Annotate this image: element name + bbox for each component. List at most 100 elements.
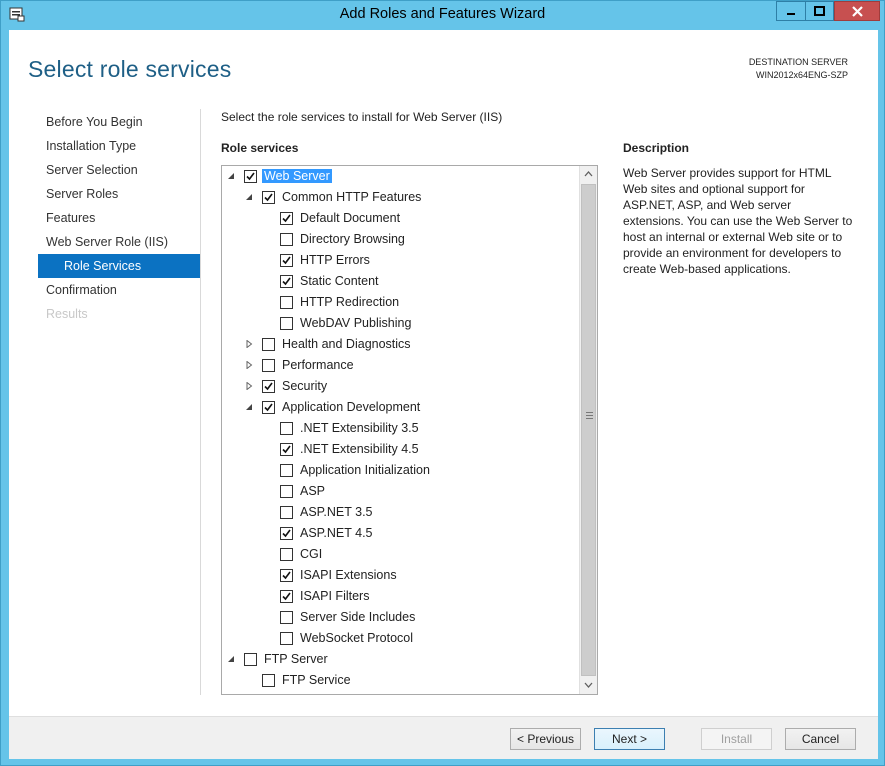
checkbox[interactable] (280, 569, 293, 582)
tree-row[interactable]: .NET Extensibility 3.5 (222, 419, 579, 440)
expanded-arrow-icon[interactable] (226, 655, 236, 665)
checkbox[interactable] (280, 233, 293, 246)
collapsed-arrow-icon[interactable] (244, 339, 254, 350)
checkbox[interactable] (280, 254, 293, 267)
tree-row[interactable]: CGI (222, 545, 579, 566)
tree-item-label[interactable]: Performance (282, 358, 354, 372)
tree-row[interactable]: WebSocket Protocol (222, 629, 579, 650)
checkbox[interactable] (280, 632, 293, 645)
checkbox[interactable] (262, 674, 275, 687)
tree-item-label[interactable]: ASP (300, 484, 325, 498)
scroll-thumb[interactable] (581, 184, 596, 676)
previous-button[interactable]: < Previous (510, 728, 581, 750)
tree-row[interactable]: HTTP Redirection (222, 293, 579, 314)
tree-row[interactable]: Health and Diagnostics (222, 335, 579, 356)
tree-item-label[interactable]: ASP.NET 3.5 (300, 505, 373, 519)
next-button[interactable]: Next > (594, 728, 665, 750)
tree-item-label[interactable]: Application Development (282, 400, 420, 414)
nav-item-installation-type[interactable]: Installation Type (38, 134, 200, 158)
nav-item-role-services[interactable]: Role Services (38, 254, 200, 278)
collapsed-arrow-icon[interactable] (244, 360, 254, 371)
tree-row[interactable]: Server Side Includes (222, 608, 579, 629)
tree-item-label[interactable]: WebDAV Publishing (300, 316, 411, 330)
nav-item-server-roles[interactable]: Server Roles (38, 182, 200, 206)
tree-item-label[interactable]: Health and Diagnostics (282, 337, 411, 351)
checkbox[interactable] (280, 611, 293, 624)
nav-item-server-selection[interactable]: Server Selection (38, 158, 200, 182)
checkbox[interactable] (244, 170, 257, 183)
tree-item-label[interactable]: .NET Extensibility 4.5 (300, 442, 419, 456)
tree-row[interactable]: ISAPI Extensions (222, 566, 579, 587)
checkbox[interactable] (280, 485, 293, 498)
tree-item-label[interactable]: FTP Service (282, 673, 351, 687)
tree-item-label[interactable]: HTTP Redirection (300, 295, 399, 309)
checkbox[interactable] (262, 191, 275, 204)
expanded-arrow-icon[interactable] (226, 172, 236, 182)
collapsed-arrow-icon[interactable] (244, 381, 254, 392)
role-services-tree[interactable]: Web Server Common HTTP Features Default Do… (221, 165, 598, 695)
tree-item-label[interactable]: FTP Server (264, 652, 328, 666)
tree-item-label[interactable]: WebSocket Protocol (300, 631, 413, 645)
minimize-button[interactable] (776, 1, 806, 21)
maximize-button[interactable] (806, 1, 834, 21)
tree-row[interactable]: Common HTTP Features (222, 188, 579, 209)
checkbox[interactable] (280, 527, 293, 540)
tree-row[interactable]: FTP Service (222, 671, 579, 692)
tree-item-label[interactable]: Static Content (300, 274, 379, 288)
scroll-down-button[interactable] (580, 677, 597, 694)
tree-scrollbar[interactable] (579, 166, 597, 694)
tree-item-label[interactable]: Server Side Includes (300, 610, 415, 624)
expanded-arrow-icon[interactable] (244, 193, 254, 203)
tree-row[interactable]: Default Document (222, 209, 579, 230)
tree-row[interactable]: FTP Server (222, 650, 579, 671)
tree-item-label[interactable]: Web Server (262, 169, 332, 183)
tree-row[interactable]: ISAPI Filters (222, 587, 579, 608)
checkbox[interactable] (280, 317, 293, 330)
tree-row[interactable]: Application Initialization (222, 461, 579, 482)
tree-row[interactable]: HTTP Errors (222, 251, 579, 272)
checkbox[interactable] (280, 296, 293, 309)
tree-item-label[interactable]: Security (282, 379, 327, 393)
tree-item-label[interactable]: .NET Extensibility 3.5 (300, 421, 419, 435)
title-bar[interactable]: Add Roles and Features Wizard (1, 1, 884, 29)
tree-row[interactable]: ASP.NET 4.5 (222, 524, 579, 545)
checkbox[interactable] (280, 464, 293, 477)
checkbox[interactable] (262, 359, 275, 372)
tree-row[interactable]: Application Development (222, 398, 579, 419)
tree-item-label[interactable]: CGI (300, 547, 322, 561)
tree-row[interactable]: Static Content (222, 272, 579, 293)
checkbox[interactable] (280, 212, 293, 225)
checkbox[interactable] (280, 422, 293, 435)
close-button[interactable] (834, 1, 880, 21)
scroll-up-button[interactable] (580, 166, 597, 183)
nav-item-confirmation[interactable]: Confirmation (38, 278, 200, 302)
tree-item-label[interactable]: Default Document (300, 211, 400, 225)
tree-item-label[interactable]: ASP.NET 4.5 (300, 526, 373, 540)
checkbox[interactable] (280, 548, 293, 561)
nav-item-web-server-role-iis[interactable]: Web Server Role (IIS) (38, 230, 200, 254)
nav-item-features[interactable]: Features (38, 206, 200, 230)
tree-row[interactable]: .NET Extensibility 4.5 (222, 440, 579, 461)
tree-item-label[interactable]: HTTP Errors (300, 253, 370, 267)
tree-item-label[interactable]: ISAPI Extensions (300, 568, 397, 582)
checkbox[interactable] (280, 443, 293, 456)
tree-row[interactable]: Security (222, 377, 579, 398)
tree-row[interactable]: Web Server (222, 167, 579, 188)
tree-item-label[interactable]: ISAPI Filters (300, 589, 369, 603)
tree-item-label[interactable]: Common HTTP Features (282, 190, 421, 204)
checkbox[interactable] (262, 401, 275, 414)
checkbox[interactable] (280, 275, 293, 288)
checkbox[interactable] (244, 653, 257, 666)
nav-item-before-you-begin[interactable]: Before You Begin (38, 110, 200, 134)
tree-item-label[interactable]: Application Initialization (300, 463, 430, 477)
tree-row[interactable]: ASP.NET 3.5 (222, 503, 579, 524)
tree-row[interactable]: WebDAV Publishing (222, 314, 579, 335)
checkbox[interactable] (262, 380, 275, 393)
cancel-button[interactable]: Cancel (785, 728, 856, 750)
checkbox[interactable] (262, 338, 275, 351)
tree-row[interactable]: Performance (222, 356, 579, 377)
tree-row[interactable]: ASP (222, 482, 579, 503)
checkbox[interactable] (280, 506, 293, 519)
expanded-arrow-icon[interactable] (244, 403, 254, 413)
tree-item-label[interactable]: Directory Browsing (300, 232, 405, 246)
